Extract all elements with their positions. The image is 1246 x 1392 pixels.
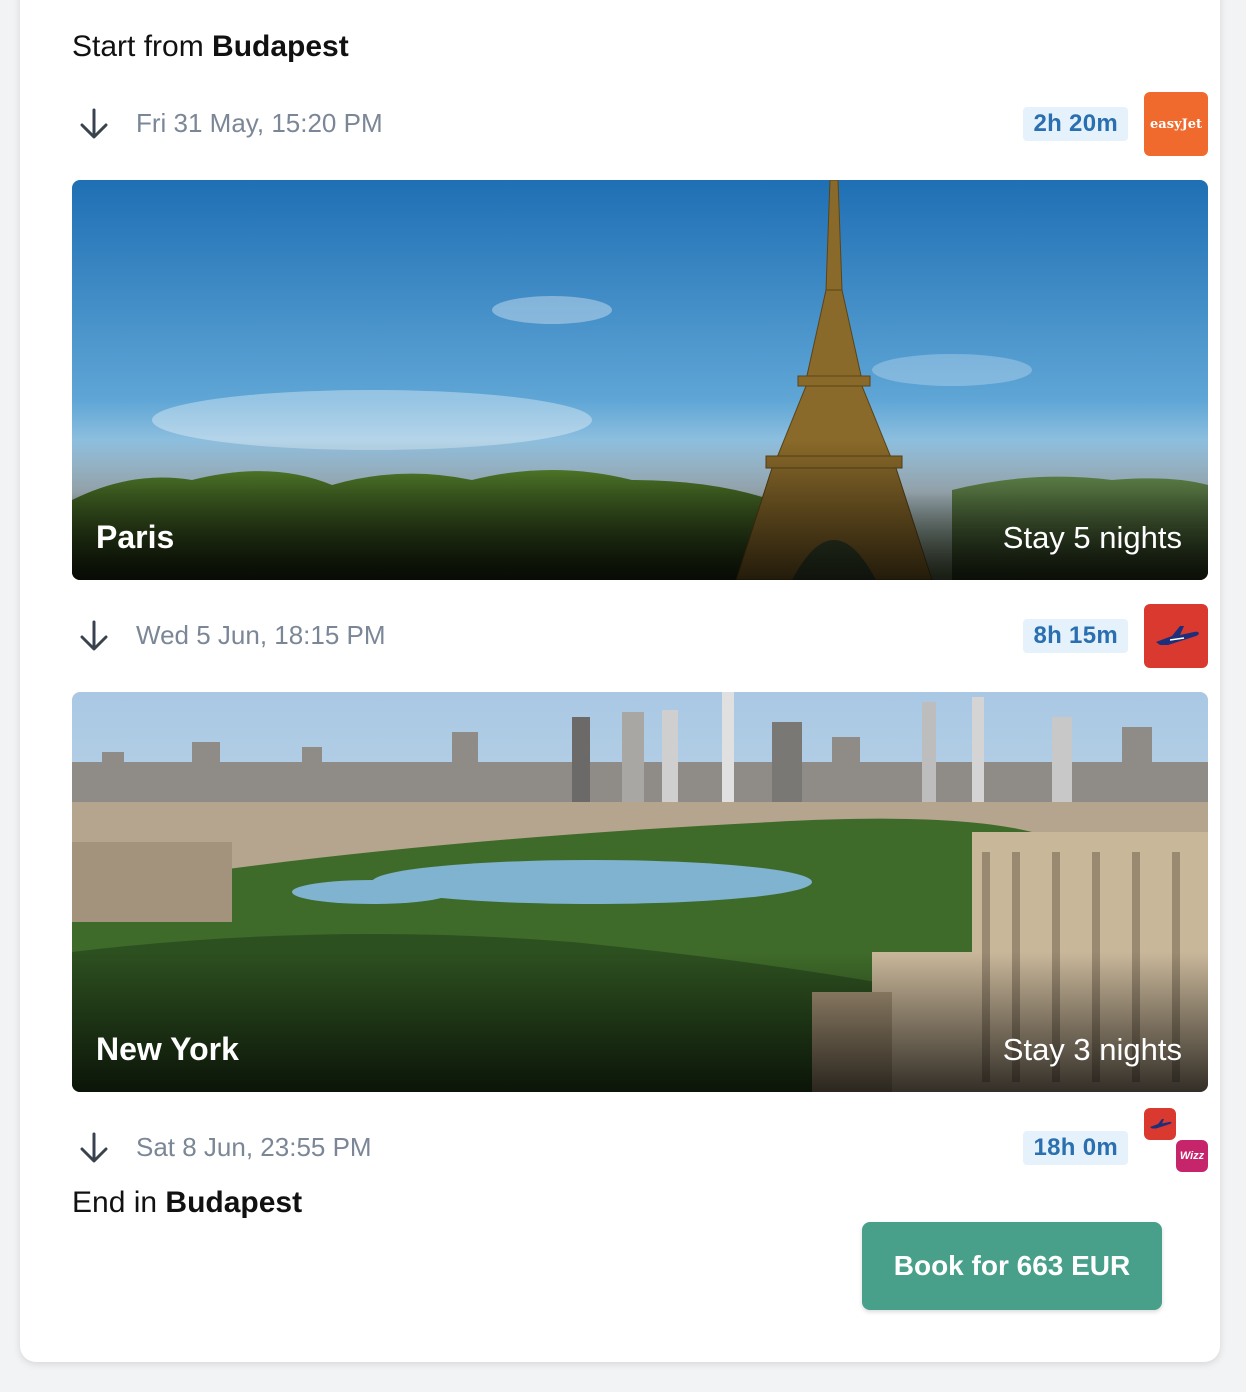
destination-card-paris[interactable]: Paris Stay 5 nights xyxy=(72,180,1208,580)
destination-card-new-york[interactable]: New York Stay 3 nights xyxy=(72,692,1208,1092)
arrow-down-icon xyxy=(80,1132,108,1163)
easyjet-logo-icon: easyJet xyxy=(1144,92,1208,156)
departure-date: Fri 31 May, 15:20 PM xyxy=(136,108,383,138)
destination-city: New York xyxy=(96,1031,239,1067)
plane-icon xyxy=(1144,1108,1176,1140)
arrow-down-icon xyxy=(80,108,108,139)
departure-date: Sat 8 Jun, 23:55 PM xyxy=(136,1132,372,1162)
book-button[interactable]: Book for 663 EUR xyxy=(862,1222,1162,1310)
start-prefix: Start from xyxy=(72,30,204,63)
flight-leg-2[interactable]: Wed 5 Jun, 18:15 PM 8h 15m xyxy=(72,604,1208,668)
arrow-down-icon xyxy=(80,620,108,651)
start-city: Budapest xyxy=(212,30,349,63)
stay-duration: Stay 3 nights xyxy=(1002,1032,1182,1067)
duration-badge: 2h 20m xyxy=(1023,107,1128,141)
stay-duration: Stay 5 nights xyxy=(1002,520,1182,555)
duration-badge: 18h 0m xyxy=(1023,1131,1128,1165)
flight-leg-3[interactable]: Sat 8 Jun, 23:55 PM 18h 0m Wizz xyxy=(72,1108,1208,1180)
trip-card: Start from Budapest Fri 31 May, 15:20 PM… xyxy=(20,0,1220,1362)
end-location: End in Budapest xyxy=(72,1186,302,1220)
wizz-logo-icon: Wizz xyxy=(1176,1140,1208,1172)
departure-date: Wed 5 Jun, 18:15 PM xyxy=(136,620,386,650)
end-city: Budapest xyxy=(165,1186,303,1219)
duration-badge: 8h 15m xyxy=(1023,619,1128,653)
destination-city: Paris xyxy=(96,519,175,555)
start-location: Start from Budapest xyxy=(72,30,349,64)
flight-leg-1[interactable]: Fri 31 May, 15:20 PM 2h 20m easyJet xyxy=(72,92,1208,156)
end-prefix: End in xyxy=(72,1186,158,1219)
plane-icon xyxy=(1144,604,1208,668)
